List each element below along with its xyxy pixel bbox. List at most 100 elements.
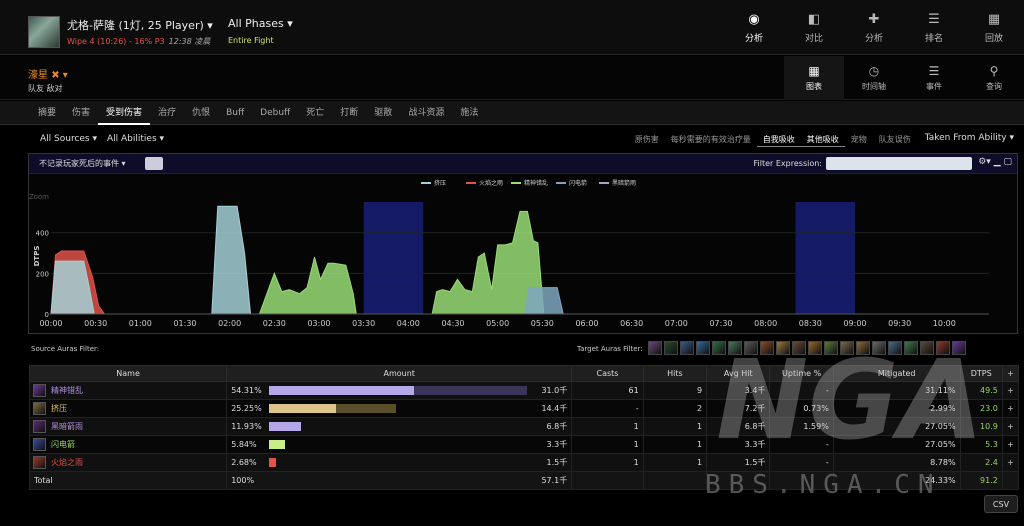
table-row[interactable]: 闪电箭 5.84% 3.3千 1 1 3.3千 - 27.05% 5.3 + (28, 435, 1020, 454)
table-row[interactable]: 火焰之雨 2.68% 1.5千 1 1 1.5千 - 8.78% 2.4 + (28, 453, 1020, 472)
spell-icon (33, 438, 46, 451)
uptime: 0.73% (769, 399, 834, 418)
top-tab-0[interactable]: ◉ 分析 (724, 0, 784, 55)
minimize-icon[interactable]: ▁ (994, 157, 1001, 167)
aura-icon-17[interactable] (920, 341, 934, 355)
spell-name[interactable]: 黑暗箭雨 (51, 421, 83, 432)
filter-toggle-0[interactable]: 原伤害 (629, 133, 665, 147)
header-3[interactable]: Hits (642, 365, 708, 382)
aura-icon-14[interactable] (872, 341, 886, 355)
series-area-2 (211, 205, 252, 315)
aura-icon-5[interactable] (728, 341, 742, 355)
view-tab-8[interactable]: 打断 (332, 101, 366, 125)
y-tick-label: Zoom (29, 193, 49, 201)
maximize-icon[interactable]: ▢ (1003, 157, 1012, 167)
phase-selector[interactable]: All Phases ▾ (228, 17, 293, 30)
aura-icon-0[interactable] (648, 341, 662, 355)
abilities-dropdown[interactable]: All Abilities ▾ (107, 134, 164, 144)
table-row[interactable]: 精神错乱 54.31% 31.0千 61 9 3.4千 - 31.11% 49.… (28, 381, 1020, 400)
add-column-button[interactable]: + (1001, 365, 1020, 382)
view-mode-3[interactable]: ⚲ 查询 (964, 56, 1024, 100)
expand-row-button[interactable]: + (1001, 417, 1020, 436)
spell-name[interactable]: 精神错乱 (51, 385, 83, 396)
view-tab-10[interactable]: 战斗资源 (400, 101, 452, 125)
view-tab-5[interactable]: Buff (218, 101, 252, 125)
view-mode-2[interactable]: ☰ 事件 (904, 56, 964, 100)
expand-row-button[interactable]: + (1001, 399, 1020, 418)
taken-from-dropdown[interactable]: Taken From Ability ▾ (925, 133, 1014, 147)
header-7[interactable]: DTPS (959, 365, 1003, 382)
header-1[interactable]: Amount (226, 365, 573, 382)
view-tab-0[interactable]: 摘要 (30, 101, 64, 125)
top-tab-2[interactable]: ✚ 分析 (844, 0, 904, 55)
expand-row-button[interactable]: + (1001, 453, 1020, 472)
header-5[interactable]: Uptime % (769, 365, 834, 382)
boss-portrait[interactable] (28, 16, 60, 48)
amount-bar-fill (269, 440, 286, 449)
x-tick-label: 08:00 (754, 319, 777, 328)
aura-icon-1[interactable] (664, 341, 678, 355)
filter-expression-input[interactable] (826, 157, 972, 170)
aura-icon-11[interactable] (824, 341, 838, 355)
aura-icon-2[interactable] (680, 341, 694, 355)
filter-toggle-4[interactable]: 宠物 (845, 133, 873, 147)
x-tick-label: 03:30 (352, 319, 375, 328)
table-row[interactable]: 挤压 25.25% 14.4千 - 2 7.2千 0.73% 2.99% 23.… (28, 399, 1020, 418)
gear-icon[interactable]: ⚙▾ (978, 157, 991, 167)
apply-toggle[interactable] (145, 157, 163, 170)
csv-button[interactable]: CSV (984, 495, 1018, 513)
dtps: 2.4 (959, 453, 1003, 472)
view-tab-7[interactable]: 死亡 (298, 101, 332, 125)
view-tab-4[interactable]: 仇恨 (184, 101, 218, 125)
x-tick-label: 07:00 (665, 319, 688, 328)
view-tab-1[interactable]: 伤害 (64, 101, 98, 125)
fight-selector[interactable]: 尤格-萨隆 (1灯, 25 Player) ▾ (67, 17, 213, 33)
filter-toggle-1[interactable]: 每秒需要的有效治疗量 (665, 133, 757, 147)
filter-toggle-2[interactable]: 自我吸收 (756, 133, 801, 147)
death-filter-dropdown[interactable]: 不记录玩家死后的事件 ▾ (39, 158, 126, 169)
aura-icon-3[interactable] (696, 341, 710, 355)
sources-dropdown[interactable]: All Sources ▾ (40, 134, 97, 144)
dtps-graph[interactable]: 00:00 00:30 01:00 01:30 02:00 02:30 03:00 03:30… (29, 174, 1019, 334)
view-tab-9[interactable]: 驱散 (366, 101, 400, 125)
spell-name[interactable]: 闪电箭 (51, 439, 75, 450)
table-row[interactable]: 黑暗箭雨 11.93% 6.8千 1 1 6.8千 1.59% 27.05% 1… (28, 417, 1020, 436)
spell-name[interactable]: 挤压 (51, 403, 67, 414)
aura-icon-9[interactable] (792, 341, 806, 355)
actor-selector[interactable]: 濠星 ✖ ▾ (28, 66, 68, 81)
view-mode-0[interactable]: ▦ 图表 (784, 56, 844, 100)
filter-toggle-5[interactable]: 队友误伤 (873, 133, 917, 147)
expand-row-button[interactable]: + (1001, 381, 1020, 400)
top-tab-1[interactable]: ◧ 对比 (784, 0, 844, 55)
filter-toggle-3[interactable]: 其他吸收 (800, 133, 845, 147)
aura-icon-8[interactable] (776, 341, 790, 355)
actor-filter[interactable]: 队友 敌对 (28, 83, 63, 94)
aura-icon-15[interactable] (888, 341, 902, 355)
aura-icon-6[interactable] (744, 341, 758, 355)
expand-row-button[interactable]: + (1001, 435, 1020, 454)
aura-icon-12[interactable] (840, 341, 854, 355)
view-tab-3[interactable]: 治疗 (150, 101, 184, 125)
avg-hit: 3.4千 (706, 381, 771, 400)
view-tab-2[interactable]: 受到伤害 (98, 101, 151, 125)
top-tab-3[interactable]: ☰ 排名 (904, 0, 964, 55)
close-icon[interactable]: ✖ (51, 70, 59, 81)
aura-icon-13[interactable] (856, 341, 870, 355)
aura-icon-16[interactable] (904, 341, 918, 355)
header-0[interactable]: Name (28, 365, 228, 382)
aura-icon-10[interactable] (808, 341, 822, 355)
aura-icon-4[interactable] (712, 341, 726, 355)
spell-name[interactable]: 火焰之雨 (51, 457, 83, 468)
view-tab-11[interactable]: 施法 (452, 101, 486, 125)
top-tab-4[interactable]: ▦ 回放 (964, 0, 1024, 55)
aura-icon-18[interactable] (936, 341, 950, 355)
chevron-down-icon: ▾ (207, 19, 213, 32)
avg-hit: 3.3千 (706, 435, 771, 454)
view-tab-6[interactable]: Debuff (252, 101, 298, 125)
header-2[interactable]: Casts (571, 365, 644, 382)
header-4[interactable]: Avg Hit (706, 365, 771, 382)
aura-icon-7[interactable] (760, 341, 774, 355)
view-mode-1[interactable]: ◷ 时间轴 (844, 56, 904, 100)
header-6[interactable]: Mitigated (832, 365, 961, 382)
aura-icon-19[interactable] (952, 341, 966, 355)
